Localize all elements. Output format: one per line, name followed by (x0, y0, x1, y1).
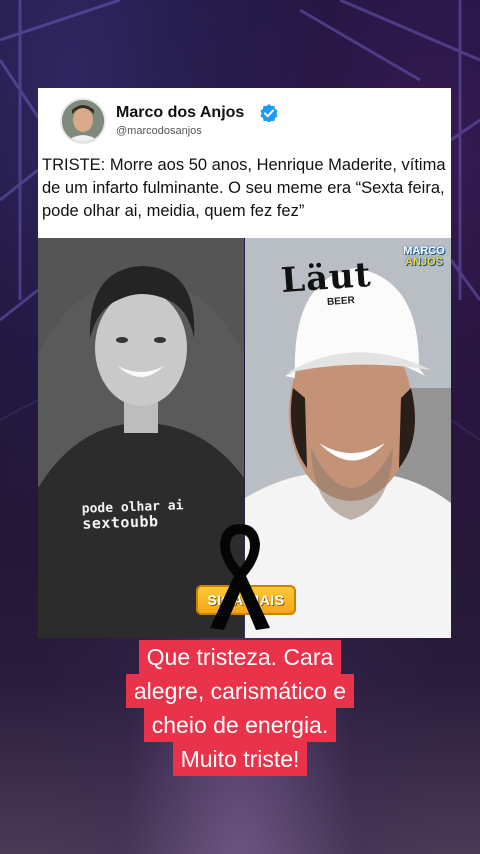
author-avatar[interactable] (60, 98, 106, 144)
post-text: TRISTE: Morre aos 50 anos, Henrique Made… (42, 156, 446, 220)
black-ribbon-icon (210, 524, 270, 630)
caption-line-4: Muito triste! (172, 742, 308, 776)
author-name[interactable]: Marco dos Anjos (116, 104, 244, 122)
watermark-line-2: ANJOS (405, 256, 443, 268)
caption-line-2: alegre, carismático e (125, 674, 355, 708)
verified-badge-icon (260, 104, 278, 122)
cap-logo-text: Läut (279, 254, 373, 302)
avatar-image (62, 100, 104, 142)
caption-line-3: cheio de energia. (143, 708, 337, 742)
cap-subtext: BEER (326, 295, 356, 308)
caption-block: Que tristeza. Cara alegre, carismático e… (0, 640, 480, 776)
shirt-suffix: bb (139, 512, 159, 531)
shirt-print-text: pode olhar ai sextoubb (81, 498, 185, 533)
caption-line-1: Que tristeza. Cara (138, 640, 342, 674)
shirt-line-2: sextou (81, 512, 140, 533)
author-handle[interactable]: @marcodosanjos (116, 125, 202, 137)
social-post-card[interactable]: Marco dos Anjos @marcodosanjos TRISTE: M… (38, 88, 451, 238)
channel-watermark-logo: MARCO ANJOS (393, 246, 455, 270)
